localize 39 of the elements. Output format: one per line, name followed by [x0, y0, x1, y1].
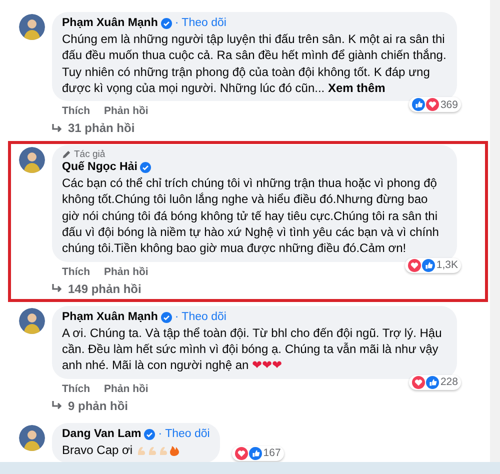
action-link[interactable]: Phản hồi: [104, 266, 148, 278]
comment-text: Các bạn có thể chỉ trích chúng tôi vì những trận thua hoặc vì phong độ không tốt.Chúng tôi luôn lắng nghe và hiểu điều đó.Nhưng đừng bao giờ nói chúng tôi đá bóng không tử tế hay tiêu cực.Chúng tôi ra sân thi đấu vì đội bóng là niềm tự hào xứ Nghệ vì tình yêu các bạn và vì chính chúng tôi.Tiền không bao giờ mua được những điều đó.Cảm ơn!: [62, 175, 440, 257]
avatar[interactable]: [19, 308, 45, 334]
avatar[interactable]: [19, 14, 45, 40]
reaction-count: 1,3K: [436, 259, 458, 272]
action-link[interactable]: Thích: [62, 266, 90, 278]
avatar[interactable]: [19, 424, 45, 451]
reaction-badge[interactable]: 167: [232, 446, 284, 461]
reply-arrow-icon: [52, 401, 63, 410]
follow-link[interactable]: · Theo dõi: [174, 310, 226, 325]
author-name[interactable]: Dang Van Lam: [62, 426, 142, 442]
action-link[interactable]: Phản hồi: [104, 382, 148, 395]
reaction-count: 228: [440, 376, 458, 388]
reaction-count: 167: [263, 447, 281, 460]
author-name[interactable]: Phạm Xuân Mạnh: [62, 16, 158, 31]
author-name[interactable]: Quế Ngọc Hải: [62, 160, 138, 176]
action-link[interactable]: Thích: [62, 105, 90, 118]
reaction-badge[interactable]: 1,3K: [405, 258, 461, 273]
follow-link[interactable]: · Theo dõi: [158, 426, 210, 442]
follow-link[interactable]: · Theo dõi: [174, 16, 226, 31]
reaction-badge[interactable]: 369: [409, 97, 461, 112]
author-name[interactable]: Phạm Xuân Mạnh: [62, 310, 158, 325]
avatar[interactable]: [19, 147, 45, 174]
replies-link[interactable]: 149 phản hồi: [52, 278, 142, 298]
comment-text: Chúng em là những người tập luyện thi đấu trên sân. K một ai ra sân thi đấu đều muốn thua cuộc cả. Ra sân đều hết mình để giành chiến thắng. Tuy nhiên có những trận phong độ của toàn đội không tốt. K đáp ưng được kì vọng của mọi người. Những lúc đó cũn... Xem thêm: [62, 31, 447, 96]
comment-text: Bravo Cap ơi: [62, 442, 210, 458]
scrollbar[interactable]: [490, 0, 500, 462]
reaction-count: 369: [440, 98, 458, 111]
reaction-badge[interactable]: 228: [409, 374, 461, 390]
reply-arrow-icon: [52, 124, 63, 133]
action-link[interactable]: Phản hồi: [104, 105, 148, 118]
author-label: Tác giả: [74, 149, 106, 160]
replies-link[interactable]: 9 phản hồi: [52, 394, 128, 415]
comment-text: A ơi. Chúng ta. Và tập thể toàn đội. Từ bhl cho đến đội ngũ. Trợ lý. Hậu cần. Đều làm hết sức mình vì đội bóng ạ. Chúng ta vẫn mãi là như vậy anh nhé. Mãi là con người nghệ an ❤❤❤: [62, 324, 443, 374]
reply-arrow-icon: [52, 284, 63, 294]
replies-link[interactable]: 31 phản hồi: [52, 117, 135, 138]
action-link[interactable]: Thích: [62, 382, 90, 395]
pencil-icon: [62, 150, 71, 160]
see-more-link[interactable]: Xem thêm: [328, 80, 386, 95]
